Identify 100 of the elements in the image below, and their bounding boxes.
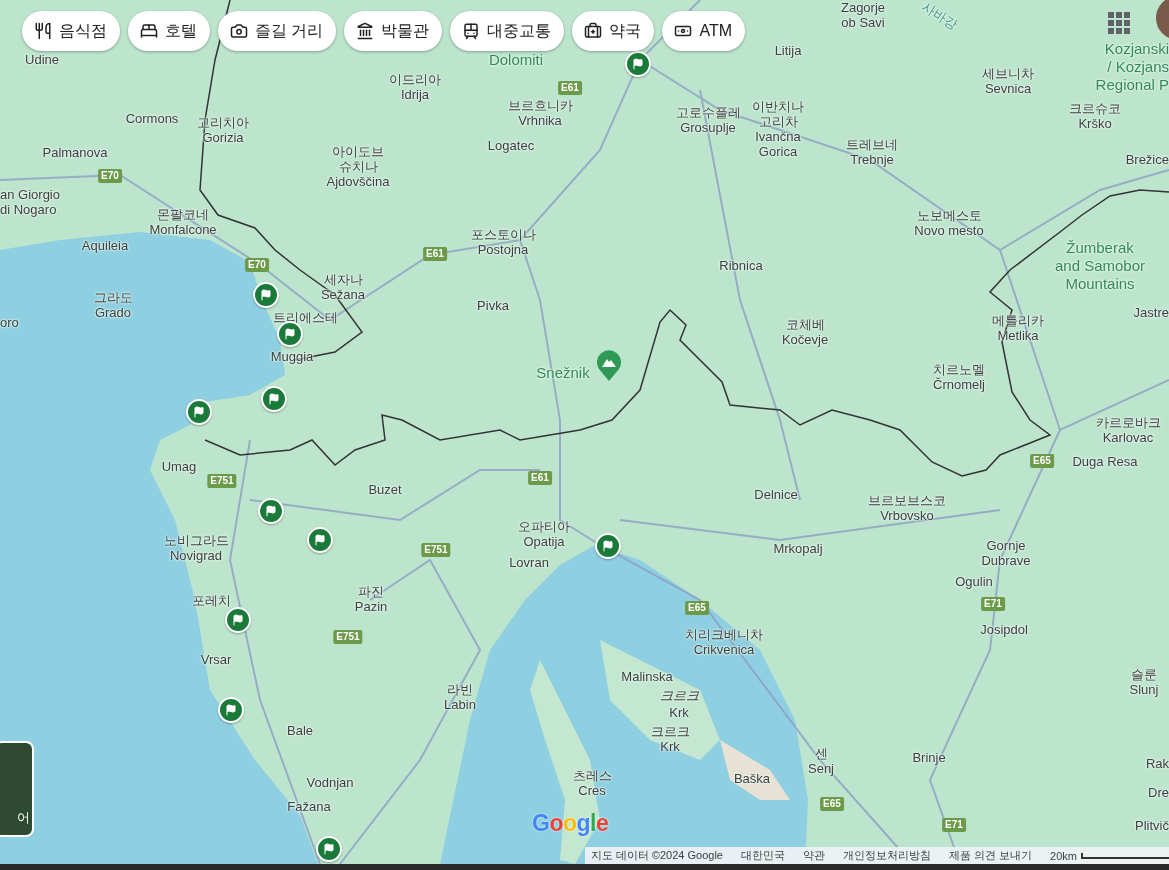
place-label: 트레브네 bbox=[846, 137, 898, 152]
place-label: Palmanova bbox=[42, 145, 108, 160]
place-label: Krk bbox=[669, 705, 689, 720]
place-label: Slunj bbox=[1129, 682, 1159, 697]
map-marker[interactable] bbox=[625, 51, 651, 77]
place-label: Malinska bbox=[621, 669, 673, 684]
place-label: Udine bbox=[25, 52, 59, 67]
footer-link[interactable]: 개인정보처리방침 bbox=[842, 848, 931, 863]
map-marker[interactable] bbox=[258, 498, 284, 524]
map-marker[interactable] bbox=[253, 282, 279, 308]
road-shield: E65 bbox=[685, 601, 709, 615]
place-label: Dubrave bbox=[981, 553, 1031, 568]
place-label: 포레치 bbox=[191, 593, 231, 608]
place-label: Logatec bbox=[487, 138, 535, 153]
building-icon bbox=[356, 22, 375, 40]
place-label: 이반치나 bbox=[752, 99, 804, 114]
map-marker[interactable] bbox=[307, 527, 333, 553]
apps-grid-icon[interactable] bbox=[1108, 12, 1130, 34]
place-label: Labin bbox=[444, 697, 476, 712]
park-label: Mountains bbox=[1065, 275, 1135, 293]
road-shield: E751 bbox=[421, 543, 451, 557]
place-label: Ivančna bbox=[755, 129, 801, 144]
place-label: Vrbovsko bbox=[880, 508, 934, 523]
category-chip[interactable]: ATM bbox=[662, 11, 746, 51]
flag-icon bbox=[314, 534, 326, 546]
flag-icon bbox=[632, 58, 644, 70]
place-label: an Giorgio bbox=[0, 187, 60, 202]
place-label: Gornje bbox=[986, 538, 1026, 553]
place-label: 브르보브스코 bbox=[868, 493, 946, 508]
flag-icon bbox=[260, 289, 272, 301]
place-label: Aquileia bbox=[81, 238, 129, 253]
flag-icon bbox=[193, 406, 205, 418]
place-label: Vrsar bbox=[200, 652, 232, 667]
category-chip[interactable]: 음식점 bbox=[22, 11, 120, 51]
layer-thumbnail[interactable]: 어 bbox=[0, 741, 34, 837]
category-chip[interactable]: 호텔 bbox=[128, 11, 210, 51]
google-logo: Google bbox=[532, 810, 609, 837]
place-label: Grosuplje bbox=[680, 120, 736, 135]
place-label: Cres bbox=[578, 783, 606, 798]
place-label: Novigrad bbox=[170, 548, 222, 563]
place-label: 코체베 bbox=[785, 317, 825, 332]
place-label: Krško bbox=[1078, 116, 1112, 131]
place-label: Ajdovščina bbox=[326, 174, 390, 189]
footer-link[interactable]: 제품 의견 보내기 bbox=[948, 848, 1033, 863]
layer-label: 어 bbox=[17, 809, 30, 827]
map-marker[interactable] bbox=[316, 836, 342, 862]
place-label: Bale bbox=[287, 723, 313, 738]
road-shield: E61 bbox=[558, 81, 582, 95]
place-label: Pivka bbox=[477, 298, 509, 313]
mountain-pin-icon[interactable] bbox=[596, 350, 622, 382]
road-shield: E71 bbox=[942, 818, 966, 832]
place-label: Idrija bbox=[400, 87, 430, 102]
park-label: / Kozjans bbox=[1107, 58, 1169, 76]
place-label: Umag bbox=[161, 459, 197, 474]
flag-icon bbox=[232, 614, 244, 626]
place-label: Fažana bbox=[287, 799, 331, 814]
place-label: 치리크베니차 bbox=[685, 627, 763, 642]
place-label: 고리차 bbox=[758, 114, 798, 129]
category-chip[interactable]: 약국 bbox=[572, 11, 655, 51]
footer-link[interactable]: 약관 bbox=[802, 848, 825, 863]
map-marker[interactable] bbox=[218, 697, 244, 723]
place-label: di Nogaro bbox=[0, 202, 57, 217]
road-shield: E70 bbox=[98, 169, 122, 183]
place-label: Kočevje bbox=[781, 332, 829, 347]
flag-icon bbox=[268, 393, 280, 405]
place-label: Zagorje bbox=[840, 0, 886, 15]
place-label: 라빈 bbox=[447, 682, 473, 697]
footer-link[interactable]: 지도 데이터 ©2024 Google bbox=[590, 848, 723, 863]
category-chip[interactable]: 박물관 bbox=[344, 11, 443, 51]
road-shield: E751 bbox=[333, 630, 363, 644]
place-label: Plitvič bbox=[1135, 818, 1169, 833]
place-label: Senj bbox=[808, 761, 834, 776]
place-label: Trebnje bbox=[850, 152, 894, 167]
category-chip[interactable]: 대중교통 bbox=[450, 11, 565, 51]
road-shield: E70 bbox=[245, 258, 269, 272]
place-label: Vodnjan bbox=[306, 775, 354, 790]
road-shield: E71 bbox=[981, 597, 1005, 611]
place-label: 슬룬 bbox=[1131, 667, 1157, 682]
place-label: Dre bbox=[1148, 785, 1169, 800]
place-label: 오파티아 bbox=[518, 519, 570, 534]
place-label: Krk bbox=[660, 739, 680, 754]
place-label: Monfalcone bbox=[149, 222, 217, 237]
place-label: 츠레스 bbox=[572, 768, 612, 783]
place-label: Vrhnika bbox=[518, 113, 562, 128]
footer-link[interactable]: 대한민국 bbox=[740, 848, 785, 863]
map-marker[interactable] bbox=[595, 533, 621, 559]
map-marker[interactable] bbox=[225, 607, 251, 633]
park-label: Dolomiti bbox=[488, 51, 544, 69]
road-shield: E61 bbox=[423, 247, 447, 261]
place-label: 센 bbox=[814, 746, 828, 761]
place-label: 크르슈코 bbox=[1069, 101, 1121, 116]
map-marker[interactable] bbox=[261, 386, 287, 412]
place-label: 브르흐니카 bbox=[507, 98, 573, 113]
camera-icon bbox=[230, 22, 248, 40]
park-label: Žumberak bbox=[1066, 239, 1134, 257]
category-chip[interactable]: 즐길 거리 bbox=[218, 11, 337, 51]
flag-icon bbox=[225, 704, 237, 716]
bed-icon bbox=[140, 22, 158, 40]
road-shield: E61 bbox=[528, 471, 552, 485]
park-label: Kozjanski bbox=[1104, 40, 1169, 58]
